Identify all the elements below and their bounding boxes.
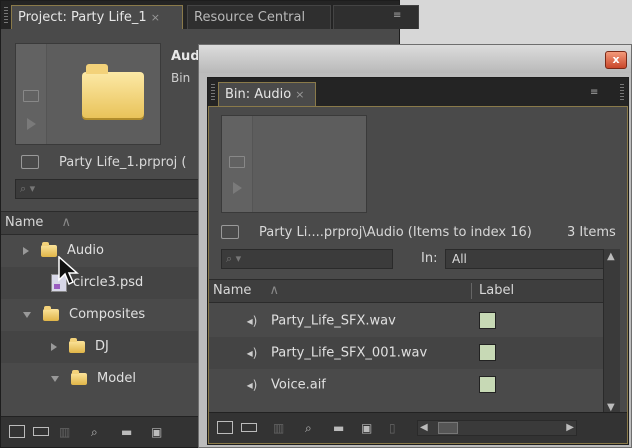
tab-project[interactable]: Project: Party Life_1 ×	[11, 5, 183, 29]
new-bin-icon[interactable]: ▬	[121, 425, 132, 439]
bin-body: Party Li....prproj\Audio (Items to index…	[208, 106, 628, 444]
bin-bottom-toolbar: ▥ ⌕ ▬ ▣ ▯ ◀ ▶	[209, 412, 627, 443]
scroll-right-icon[interactable]: ▶	[566, 422, 574, 433]
preview-controls	[222, 116, 253, 212]
sort-icon: ∧	[269, 283, 280, 298]
scroll-thumb[interactable]	[438, 422, 458, 434]
preview-thumbnail	[221, 115, 367, 213]
parent-folder-icon[interactable]	[221, 225, 239, 239]
poster-frame-icon[interactable]	[23, 90, 39, 102]
folder-icon	[69, 337, 85, 353]
tab-project-label: Project: Party Life_1	[18, 10, 147, 25]
item-label: circle3.psd	[73, 275, 144, 290]
play-icon[interactable]	[27, 118, 36, 130]
list-item[interactable]: Audio	[1, 235, 201, 267]
list-item[interactable]: ◂) Party_Life_SFX.wav	[209, 305, 603, 337]
item-label: DJ	[95, 339, 109, 354]
poster-frame-icon[interactable]	[229, 156, 245, 168]
tab-bin-label: Bin: Audio	[225, 87, 292, 102]
window-close-button[interactable]: x	[605, 51, 627, 69]
column-name-label[interactable]: Name	[213, 283, 251, 298]
scroll-left-icon[interactable]: ◀	[420, 422, 428, 433]
icon-view-icon[interactable]	[241, 423, 257, 432]
expand-triangle-icon[interactable]	[23, 246, 29, 255]
play-icon[interactable]	[233, 182, 242, 194]
project-path: Party Life_1.prproj (	[59, 155, 187, 170]
preview-subtitle: Bin	[171, 71, 191, 85]
item-label: Party_Life_SFX.wav	[271, 313, 396, 329]
new-item-icon[interactable]: ▣	[151, 425, 162, 439]
item-label: Model	[97, 371, 137, 386]
folder-preview-icon	[82, 64, 144, 118]
list-view-icon[interactable]	[217, 421, 233, 434]
column-divider[interactable]	[471, 283, 472, 299]
tab-bin-audio[interactable]: Bin: Audio ×	[218, 82, 316, 106]
list-item[interactable]: circle3.psd	[1, 267, 201, 299]
folder-icon	[43, 305, 59, 321]
label-color-swatch[interactable]	[479, 312, 496, 329]
panel-menu-icon[interactable]: ≡	[393, 10, 401, 21]
find-icon[interactable]: ⌕	[91, 425, 98, 440]
list-item[interactable]: DJ	[1, 331, 201, 363]
find-icon[interactable]: ⌕	[305, 421, 312, 436]
column-label-label[interactable]: Label	[479, 280, 514, 302]
tab-close-icon[interactable]: ×	[295, 88, 304, 101]
folder-icon	[71, 369, 87, 385]
list-item[interactable]: Composites	[1, 299, 201, 331]
in-label: In:	[421, 251, 438, 266]
bin-path: Party Li....prproj\Audio (Items to index…	[259, 225, 532, 240]
panel-grip-right[interactable]	[620, 84, 624, 100]
in-dropdown[interactable]: All	[445, 249, 609, 269]
item-label: Voice.aif	[271, 377, 326, 393]
audio-file-icon: ◂)	[246, 314, 258, 328]
panel-grip[interactable]	[211, 84, 215, 100]
list-item[interactable]: ◂) Voice.aif	[209, 369, 603, 401]
bin-panel: Bin: Audio × ≡ Party Li....prproj\Audio (…	[207, 77, 629, 445]
new-item-icon[interactable]: ▣	[361, 421, 372, 435]
bin-window: x Bin: Audio × ≡ Party Li....prproj\Audio…	[198, 44, 632, 448]
search-input[interactable]: ⌕ ▾	[221, 249, 393, 269]
scroll-up-icon[interactable]: ▲	[607, 251, 615, 262]
preview-controls	[16, 44, 47, 144]
sort-icon: ∧	[61, 215, 72, 230]
list-view-icon[interactable]	[9, 425, 25, 438]
list-item[interactable]: ◂) Party_Life_SFX_001.wav	[209, 337, 603, 369]
folder-icon	[41, 241, 57, 257]
horizontal-scrollbar[interactable]: ◀ ▶	[417, 420, 577, 436]
tab-resource-central[interactable]: Resource Central	[187, 5, 331, 29]
panel-grip[interactable]	[4, 7, 8, 23]
preview-title: Aud	[171, 49, 200, 64]
audio-file-icon: ◂)	[246, 378, 258, 392]
automate-icon[interactable]: ▥	[273, 421, 284, 435]
icon-view-icon[interactable]	[33, 427, 49, 436]
item-label: Party_Life_SFX_001.wav	[271, 345, 428, 361]
collapse-triangle-icon[interactable]	[51, 375, 59, 382]
window-title-bar[interactable]: x	[199, 45, 631, 73]
item-count: 3 Items	[567, 225, 616, 240]
search-input[interactable]: ⌕ ▾	[15, 179, 201, 199]
expand-triangle-icon[interactable]	[51, 342, 57, 351]
clear-icon[interactable]: ▯	[389, 421, 396, 435]
parent-folder-icon[interactable]	[21, 155, 39, 169]
tab-empty	[333, 5, 419, 29]
label-color-swatch[interactable]	[479, 344, 496, 361]
bin-column-header: Name ∧ Label	[209, 279, 603, 303]
column-header-name[interactable]: Name ∧	[1, 211, 201, 235]
bin-tab-bar: Bin: Audio × ≡	[208, 78, 628, 106]
preview-thumbnail	[15, 43, 161, 145]
vertical-scrollbar[interactable]: ▲ ▼	[603, 249, 620, 415]
list-item[interactable]: Model	[1, 363, 201, 395]
item-label: Composites	[69, 307, 146, 322]
new-bin-icon[interactable]: ▬	[333, 421, 344, 435]
audio-file-icon: ◂)	[246, 346, 258, 360]
label-color-swatch[interactable]	[479, 376, 496, 393]
panel-menu-icon[interactable]: ≡	[590, 87, 598, 98]
automate-icon[interactable]: ▥	[59, 425, 70, 439]
project-tab-bar: Project: Party Life_1 × Resource Central …	[1, 1, 419, 29]
column-name-label: Name	[5, 215, 44, 230]
collapse-triangle-icon[interactable]	[23, 311, 31, 318]
tab-close-icon[interactable]: ×	[151, 11, 160, 24]
mouse-cursor-icon	[58, 256, 79, 286]
